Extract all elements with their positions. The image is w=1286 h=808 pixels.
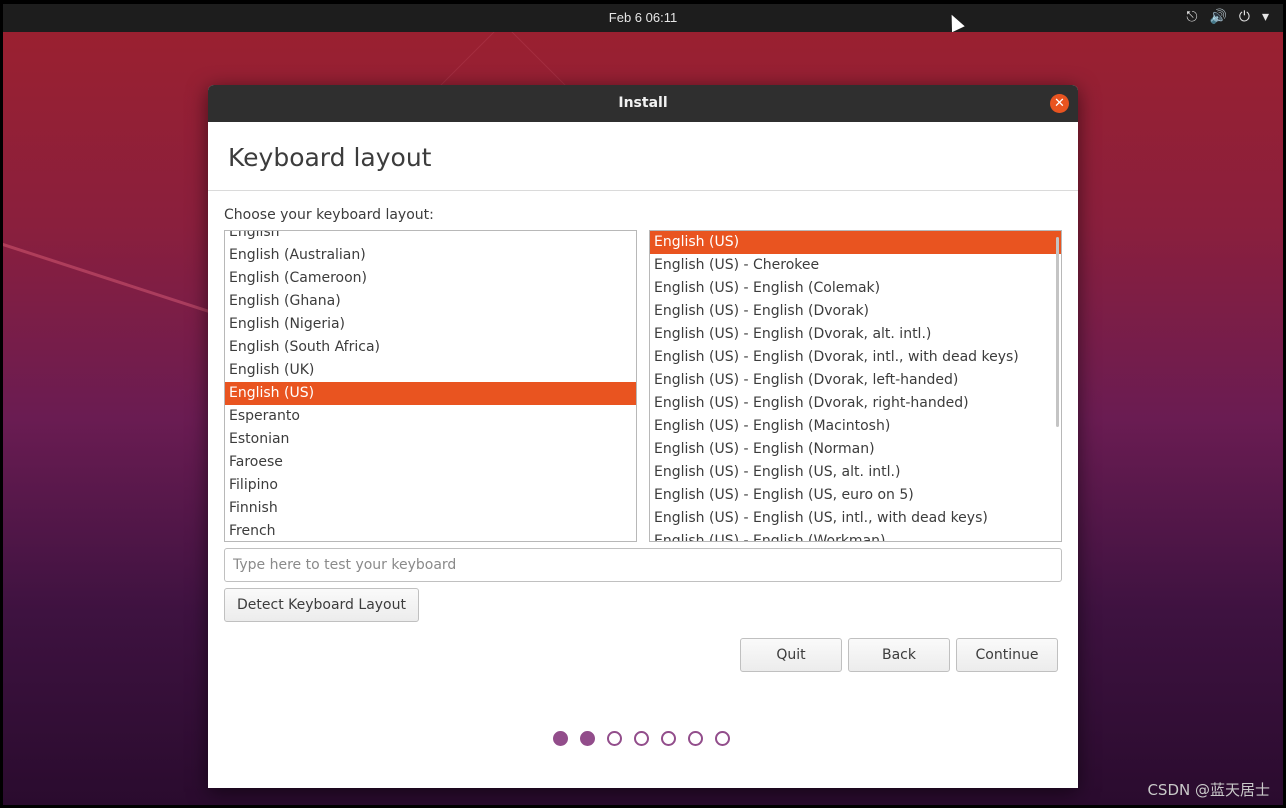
page-title: Keyboard layout: [228, 143, 432, 172]
progress-dot: [607, 731, 622, 746]
list-item[interactable]: English (Cameroon): [225, 267, 636, 290]
progress-dot: [634, 731, 649, 746]
list-item[interactable]: English (US) - English (Dvorak): [650, 300, 1061, 323]
continue-button[interactable]: Continue: [956, 638, 1058, 672]
list-item[interactable]: English (Australian): [225, 244, 636, 267]
list-item[interactable]: English (US) - English (Norman): [650, 438, 1061, 461]
progress-dot: [580, 731, 595, 746]
list-item[interactable]: Finnish: [225, 497, 636, 520]
variant-list-items: English (US) English (US) - Cherokee Engli…: [650, 231, 1061, 541]
system-tray[interactable]: ⎋ 🔊 ⏻ ▾: [1186, 9, 1269, 25]
list-item[interactable]: English: [225, 231, 636, 244]
list-item[interactable]: English (US): [225, 382, 636, 405]
back-button[interactable]: Back: [848, 638, 950, 672]
clock[interactable]: Feb 6 06:11: [3, 10, 1283, 25]
list-item[interactable]: Faroese: [225, 451, 636, 474]
list-item[interactable]: Filipino: [225, 474, 636, 497]
list-item[interactable]: English (US) - English (Colemak): [650, 277, 1061, 300]
layout-list[interactable]: English English (Australian) English (Came…: [224, 230, 637, 542]
close-icon: ✕: [1054, 96, 1065, 111]
list-item[interactable]: English (US) - English (Dvorak, right-ha…: [650, 392, 1061, 415]
install-window: Install ✕ Keyboard layout Choose your ke…: [208, 85, 1078, 788]
progress-dot: [661, 731, 676, 746]
progress-dot: [688, 731, 703, 746]
list-item[interactable]: English (US) - English (Dvorak, alt. int…: [650, 323, 1061, 346]
chevron-down-icon[interactable]: ▾: [1262, 9, 1269, 25]
close-button[interactable]: ✕: [1050, 94, 1069, 113]
layout-list-items: English English (Australian) English (Came…: [225, 231, 636, 541]
list-item[interactable]: English (US) - Cherokee: [650, 254, 1061, 277]
list-item[interactable]: English (Ghana): [225, 290, 636, 313]
divider: [208, 190, 1078, 191]
list-item[interactable]: Estonian: [225, 428, 636, 451]
watermark: CSDN @蓝天居士: [1147, 781, 1270, 799]
layout-prompt: Choose your keyboard layout:: [224, 207, 434, 223]
list-item[interactable]: English (US) - English (US, intl., with …: [650, 507, 1061, 530]
list-item[interactable]: Esperanto: [225, 405, 636, 428]
list-item[interactable]: English (US) - English (US, euro on 5): [650, 484, 1061, 507]
list-item[interactable]: English (UK): [225, 359, 636, 382]
list-item[interactable]: English (US) - English (Workman): [650, 530, 1061, 541]
variant-list-scrollbar[interactable]: [1056, 237, 1059, 427]
volume-icon[interactable]: 🔊: [1209, 9, 1226, 25]
variant-list[interactable]: English (US) English (US) - Cherokee Engli…: [649, 230, 1062, 542]
list-item[interactable]: English (US) - English (Dvorak, left-han…: [650, 369, 1061, 392]
progress-dot: [715, 731, 730, 746]
list-item[interactable]: English (US) - English (US, alt. intl.): [650, 461, 1061, 484]
quit-button[interactable]: Quit: [740, 638, 842, 672]
window-titlebar[interactable]: Install ✕: [208, 85, 1078, 122]
list-item[interactable]: French: [225, 520, 636, 541]
detect-keyboard-layout-button[interactable]: Detect Keyboard Layout: [224, 588, 419, 622]
list-item[interactable]: English (Nigeria): [225, 313, 636, 336]
list-item[interactable]: English (US) - English (Macintosh): [650, 415, 1061, 438]
power-icon[interactable]: ⏻: [1239, 9, 1250, 25]
screen: Feb 6 06:11 ⎋ 🔊 ⏻ ▾ Install ✕ Keyboard l…: [0, 0, 1286, 808]
list-item[interactable]: English (US): [650, 231, 1061, 254]
network-icon[interactable]: ⎋: [1186, 9, 1197, 25]
window-title: Install: [618, 95, 668, 111]
list-item[interactable]: English (South Africa): [225, 336, 636, 359]
list-item[interactable]: English (US) - English (Dvorak, intl., w…: [650, 346, 1061, 369]
keyboard-test-input[interactable]: [224, 548, 1062, 582]
progress-dots: [553, 731, 730, 746]
progress-dot: [553, 731, 568, 746]
top-bar: Feb 6 06:11 ⎋ 🔊 ⏻ ▾: [3, 4, 1283, 33]
